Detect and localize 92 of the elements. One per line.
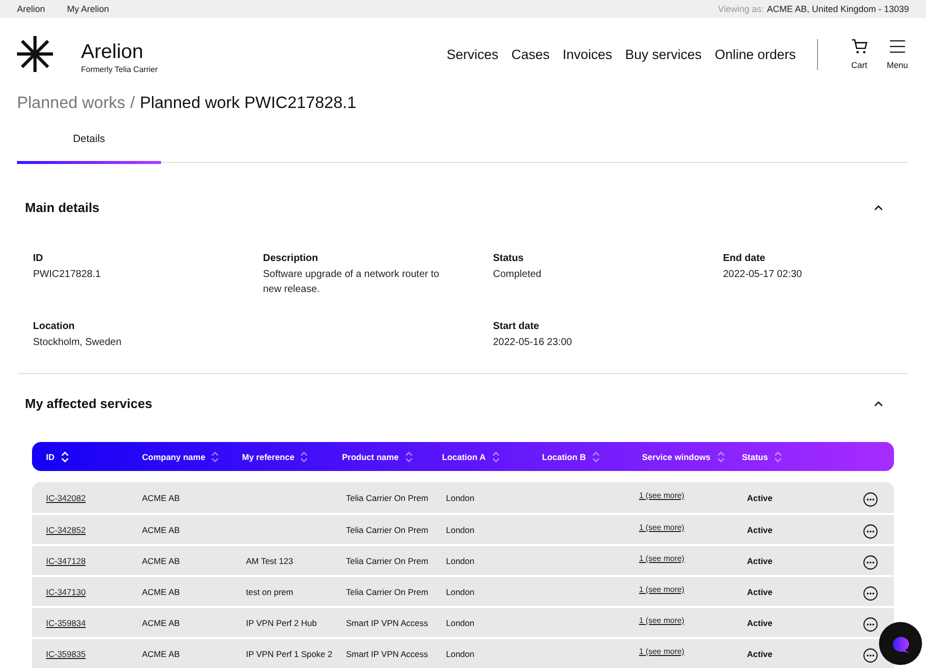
table-cell: Telia Carrier On Prem — [346, 492, 428, 502]
breadcrumb-link[interactable]: Planned works — [17, 94, 126, 113]
column-header[interactable]: Location B — [542, 452, 586, 462]
column-header[interactable]: Product name — [342, 452, 399, 462]
status-text: Active — [747, 618, 773, 628]
field-label: Location — [33, 321, 76, 332]
more-options-icon[interactable] — [863, 617, 878, 632]
viewing-label: Viewing as: — [718, 4, 764, 14]
column-header[interactable]: Company name — [142, 452, 206, 462]
field-label: Description — [263, 253, 320, 264]
chat-button[interactable] — [879, 622, 922, 665]
table-cell: ACME AB — [142, 524, 180, 534]
table-cell: London — [446, 618, 474, 628]
service-id-link[interactable]: IC-342852 — [46, 524, 86, 534]
table-cell: test on prem — [246, 586, 294, 596]
status-text: Active — [747, 492, 773, 502]
sort-icon[interactable] — [60, 450, 68, 462]
service-windows-link[interactable]: 1 (see more) — [639, 584, 684, 594]
nav-link[interactable]: Invoices — [562, 46, 612, 62]
viewing-account: ACME AB, United Kingdom - 13039 — [766, 4, 909, 14]
table-cell: Telia Carrier On Prem — [346, 524, 428, 534]
table-cell: ACME AB — [142, 492, 180, 502]
top-link[interactable]: Arelion — [17, 4, 46, 14]
field-label: ID — [33, 253, 44, 264]
table-cell: ACME AB — [142, 556, 180, 566]
service-id-link[interactable]: IC-342082 — [46, 492, 86, 502]
service-id-link[interactable]: IC-359835 — [46, 648, 86, 658]
column-header[interactable]: ID — [46, 452, 54, 462]
section-title: Main details — [25, 200, 100, 215]
field-value: Completed — [493, 268, 542, 282]
service-id-link[interactable]: IC-347128 — [46, 556, 86, 566]
table-cell: IP VPN Perf 1 Spoke 2 — [246, 648, 332, 658]
service-windows-link[interactable]: 1 (see more) — [639, 490, 684, 500]
table-cell: ACME AB — [142, 618, 180, 628]
table-cell: ACME AB — [142, 648, 180, 658]
field-value: Stockholm, Sweden — [33, 336, 122, 350]
status-text: Active — [747, 586, 773, 596]
table-cell: London — [446, 648, 474, 658]
more-options-icon[interactable] — [863, 492, 878, 507]
nav-link[interactable]: Buy services — [625, 46, 702, 62]
status-text: Active — [747, 556, 773, 566]
table-cell: London — [446, 556, 474, 566]
service-windows-link[interactable]: 1 (see more) — [639, 616, 684, 624]
cart-icon — [850, 38, 868, 55]
chevron-up-icon[interactable] — [874, 204, 883, 210]
more-options-icon[interactable] — [863, 555, 878, 570]
column-header[interactable]: My reference — [242, 452, 294, 462]
table-cell: London — [446, 586, 474, 596]
service-id-link[interactable]: IC-359834 — [46, 618, 86, 628]
status-text: Active — [747, 648, 773, 658]
field-label: Status — [493, 253, 525, 264]
more-options-icon[interactable] — [863, 648, 878, 663]
nav-link[interactable]: Cases — [511, 46, 550, 62]
breadcrumb-separator: / — [130, 94, 135, 113]
service-windows-link[interactable]: 1 (see more) — [639, 522, 684, 532]
column-header[interactable]: Service windows — [642, 452, 710, 462]
top-link[interactable]: My Arelion — [67, 4, 110, 14]
service-windows-link[interactable]: 1 (see more) — [639, 554, 684, 562]
more-options-icon[interactable] — [863, 524, 878, 539]
tab[interactable]: Details — [17, 133, 161, 164]
table-cell: AM Test 123 — [246, 556, 294, 566]
cart-button[interactable]: Cart — [850, 38, 868, 70]
page-title: Planned work PWIC217828.1 — [140, 94, 356, 113]
table-cell: London — [446, 524, 474, 534]
table-cell: London — [446, 492, 474, 502]
table-cell: IP VPN Perf 2 Hub — [246, 618, 317, 628]
column-header[interactable]: Status — [742, 452, 768, 462]
menu-icon — [888, 38, 906, 55]
service-windows-link[interactable]: 1 (see more) — [639, 646, 684, 656]
field-value: Software upgrade of a network router to new release. — [263, 268, 440, 297]
nav-link[interactable]: Online orders — [714, 46, 796, 62]
table-cell: Telia Carrier On Prem — [346, 556, 428, 566]
more-options-icon[interactable] — [863, 586, 878, 601]
field-value: PWIC217828.1 — [33, 268, 102, 282]
asterisk-logo-icon[interactable] — [17, 36, 53, 72]
brand-tagline: Formerly Telia Carrier — [81, 64, 158, 74]
service-id-link[interactable]: IC-347130 — [46, 586, 86, 596]
status-text: Active — [747, 524, 773, 534]
table-cell: Smart IP VPN Access — [346, 618, 428, 628]
nav-link[interactable]: Services — [446, 46, 498, 62]
field-value: 2022-05-17 02:30 — [723, 268, 803, 282]
brand-name: Arelion — [81, 40, 144, 64]
table-cell: ACME AB — [142, 586, 180, 596]
field-label: End date — [723, 253, 766, 264]
section-title: My affected services — [25, 396, 152, 411]
table-cell: Telia Carrier On Prem — [346, 586, 428, 596]
field-value: 2022-05-16 23:00 — [493, 336, 573, 350]
column-header[interactable]: Location A — [442, 452, 486, 462]
chevron-up-icon[interactable] — [874, 400, 883, 406]
menu-button[interactable]: Menu — [886, 38, 908, 70]
field-label: Start date — [493, 321, 540, 332]
table-cell: Smart IP VPN Access — [346, 648, 428, 658]
